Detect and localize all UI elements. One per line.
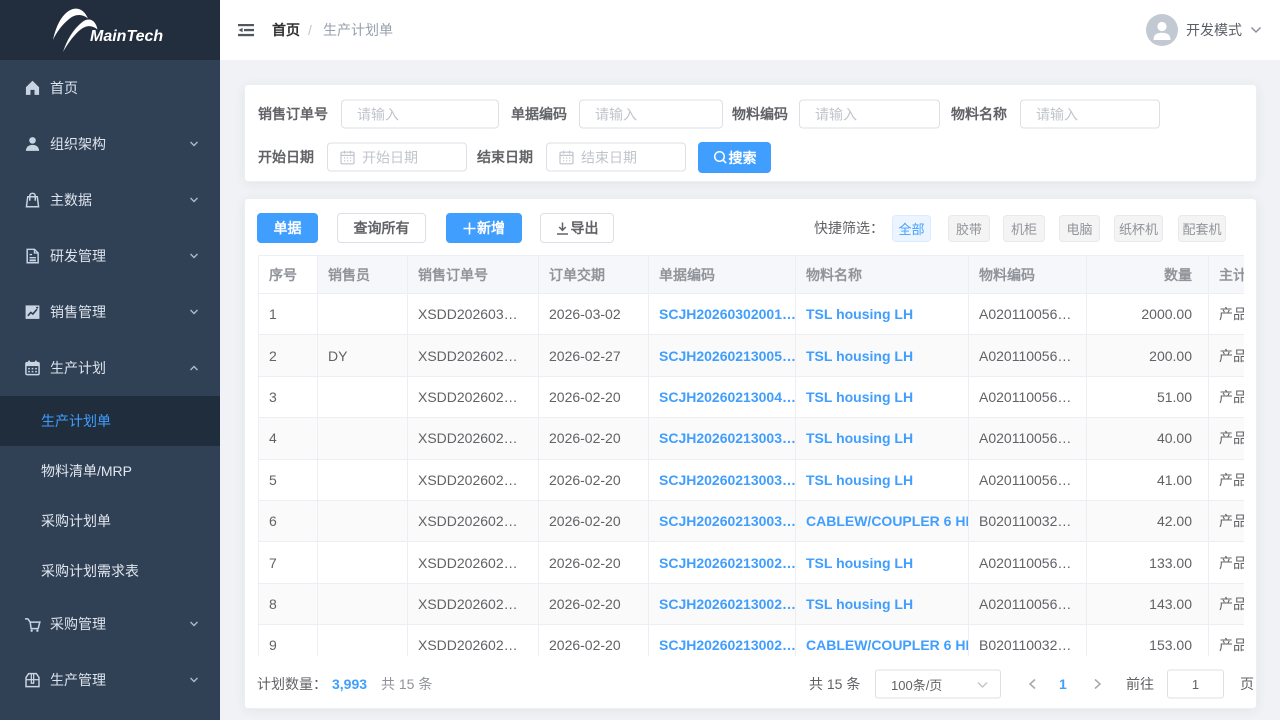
svg-text:MainTech: MainTech — [90, 28, 163, 45]
